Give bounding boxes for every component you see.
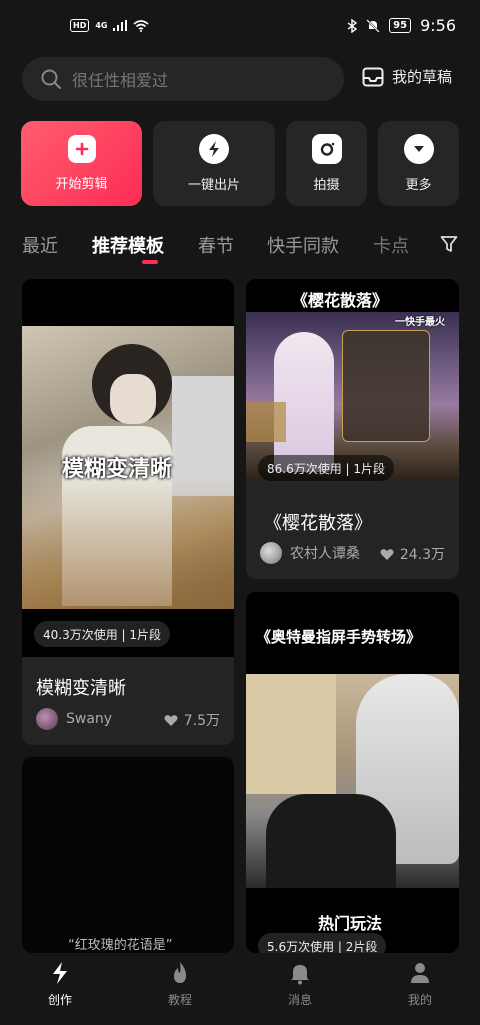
mute-bell-icon	[366, 18, 380, 33]
search-placeholder: 很任性相爱过	[72, 71, 169, 90]
template-thumbnail: 模糊变清晰 40.3万次使用 | 1片段	[22, 279, 234, 657]
template-thumbnail: 《樱花散落》 一快手最火 86.6万次使用 | 1片段	[246, 279, 459, 481]
template-card[interactable]: 模糊变清晰 40.3万次使用 | 1片段 模糊变清晰 Swany 7.5万	[22, 279, 234, 745]
thumbnail-header-text: 《樱花散落》	[292, 291, 389, 310]
author-info[interactable]: Swany	[36, 708, 112, 730]
status-bar: HD 4G 95 9:56	[0, 0, 480, 52]
lightning-icon	[53, 962, 67, 984]
template-title: 模糊变清晰	[36, 678, 126, 699]
start-editing-label: 开始剪辑	[55, 177, 108, 192]
hot-badge: 一快手最火	[395, 317, 445, 328]
thumbnail-header-text: 《奥特曼指屏手势转场》	[256, 628, 422, 646]
search-icon	[41, 69, 61, 89]
nav-create[interactable]: 创作	[20, 961, 100, 1008]
avatar	[260, 542, 282, 564]
likes-value: 7.5万	[183, 713, 220, 729]
active-tab-indicator	[142, 260, 158, 264]
template-thumbnail: “红玫瑰的花语是”	[22, 757, 234, 953]
nav-tutorial[interactable]: 教程	[140, 961, 220, 1008]
usage-badge: 5.6万次使用 | 2片段	[258, 933, 387, 953]
bluetooth-icon	[347, 18, 358, 33]
more-button[interactable]: 更多	[378, 121, 459, 206]
template-card[interactable]: “红玫瑰的花语是”	[22, 757, 234, 953]
nav-create-label: 创作	[47, 993, 72, 1007]
thumbnail-caption: “红玫瑰的花语是”	[68, 938, 173, 953]
battery-indicator: 95	[389, 18, 412, 33]
signal-icon	[113, 20, 128, 31]
tab-recent[interactable]: 最近	[22, 232, 58, 258]
author-name: Swany	[66, 711, 113, 727]
thumbnail-overlay-text: 模糊变清晰	[62, 457, 173, 482]
tab-recommended[interactable]: 推荐模板	[92, 232, 164, 258]
camera-icon	[311, 134, 342, 164]
likes-count: 24.3万	[380, 544, 445, 564]
nav-messages-label: 消息	[287, 993, 312, 1007]
likes-count: 7.5万	[164, 710, 220, 730]
nav-messages[interactable]: 消息	[260, 961, 340, 1008]
nav-profile-label: 我的	[407, 993, 432, 1007]
my-drafts-button[interactable]: 我的草稿	[362, 66, 452, 87]
shoot-button[interactable]: 拍摄	[286, 121, 367, 206]
search-bar[interactable]: 很任性相爱过	[22, 57, 344, 101]
template-thumbnail: 《奥特曼指屏手势转场》 热门玩法 5.6万次使用 | 2片段	[246, 592, 459, 953]
heart-icon	[164, 714, 178, 726]
chevron-down-icon	[403, 134, 434, 164]
one-click-video-button[interactable]: 一键出片	[153, 121, 275, 206]
drafts-label: 我的草稿	[392, 68, 453, 86]
template-card[interactable]: 《樱花散落》 一快手最火 86.6万次使用 | 1片段 《樱花散落》 农村人谭桑…	[246, 279, 459, 579]
nav-profile[interactable]: 我的	[380, 961, 460, 1008]
usage-badge: 86.6万次使用 | 1片段	[258, 455, 395, 481]
usage-badge: 40.3万次使用 | 1片段	[34, 621, 171, 647]
avatar	[36, 708, 58, 730]
template-title: 《樱花散落》	[264, 513, 372, 534]
tab-kuaishou-same[interactable]: 快手同款	[267, 232, 339, 258]
more-label: 更多	[405, 178, 432, 193]
bell-icon	[291, 965, 309, 985]
quick-actions: 开始剪辑 一键出片 拍摄 更多	[21, 121, 459, 206]
flame-icon	[174, 962, 186, 983]
network-type: 4G	[95, 21, 108, 30]
author-name: 农村人谭桑	[290, 546, 360, 562]
clock: 9:56	[420, 16, 456, 35]
category-tabs: 最近 推荐模板 春节 快手同款 卡点	[22, 232, 462, 266]
hd-indicator: HD	[70, 19, 90, 32]
thumbnail-overlay-text: 热门玩法	[318, 914, 383, 933]
person-icon	[411, 963, 429, 983]
template-card[interactable]: 《奥特曼指屏手势转场》 热门玩法 5.6万次使用 | 2片段	[246, 592, 459, 953]
lightning-icon	[199, 134, 229, 164]
wifi-icon	[133, 19, 150, 32]
start-editing-button[interactable]: 开始剪辑	[21, 121, 142, 206]
tab-beat-sync[interactable]: 卡点	[373, 232, 409, 258]
shoot-label: 拍摄	[313, 178, 340, 193]
author-info[interactable]: 农村人谭桑	[260, 542, 360, 564]
filter-icon[interactable]	[440, 235, 458, 253]
thumbnail-image	[246, 674, 459, 888]
nav-tutorial-label: 教程	[167, 993, 192, 1007]
bottom-nav: 创作 教程 消息 我的	[0, 953, 480, 1025]
heart-icon	[380, 548, 394, 560]
one-click-video-label: 一键出片	[187, 178, 240, 193]
tab-spring-festival[interactable]: 春节	[198, 232, 234, 258]
likes-value: 24.3万	[399, 547, 445, 563]
drafts-tray-icon	[362, 67, 384, 86]
plus-icon	[67, 135, 96, 163]
